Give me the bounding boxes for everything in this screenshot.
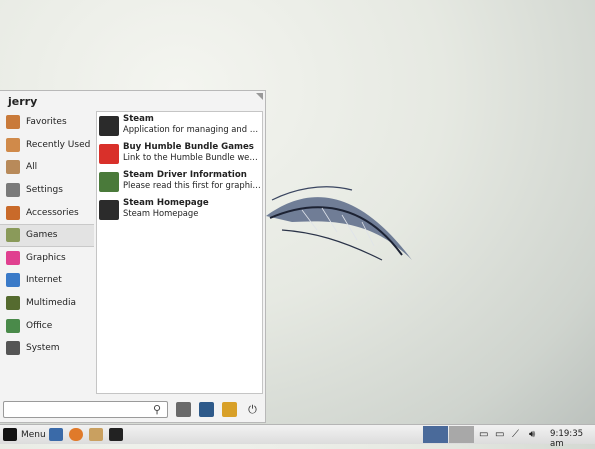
category-recently-used[interactable]: Recently Used bbox=[0, 134, 94, 157]
category-label: All bbox=[26, 162, 38, 173]
app-description: Link to the Humble Bundle website bbox=[123, 152, 260, 162]
category-games-icon bbox=[6, 228, 20, 243]
app-list: Steam Application for managing and pla...… bbox=[96, 111, 263, 394]
app-description: Please read this first for graphics ... bbox=[123, 180, 260, 190]
category-all[interactable]: All bbox=[0, 156, 94, 179]
category-games[interactable]: Games bbox=[0, 223, 94, 247]
app-steam-homepage-icon bbox=[99, 200, 119, 220]
app-item-steam-homepage[interactable]: Steam Homepage Steam Homepage bbox=[97, 196, 262, 224]
category-office-icon bbox=[6, 318, 20, 333]
app-description: Steam Homepage bbox=[123, 208, 199, 218]
menu-button[interactable]: Menu bbox=[3, 428, 46, 441]
resize-corner[interactable] bbox=[256, 93, 263, 100]
category-multimedia-icon bbox=[6, 296, 20, 311]
app-item-buy-humble-bundle-games[interactable]: Buy Humble Bundle Games Link to the Humbl… bbox=[97, 140, 262, 168]
category-office[interactable]: Office bbox=[0, 314, 94, 337]
category-recently-used-icon bbox=[6, 137, 20, 152]
category-graphics-icon bbox=[6, 250, 20, 265]
category-multimedia[interactable]: Multimedia bbox=[0, 292, 94, 315]
feather-wallpaper-image bbox=[266, 186, 412, 261]
category-label: System bbox=[26, 343, 60, 354]
search-input[interactable] bbox=[3, 401, 168, 418]
app-text: Steam Driver Information Please read this… bbox=[123, 170, 260, 190]
settings-manager-button[interactable] bbox=[176, 402, 191, 417]
category-settings[interactable]: Settings bbox=[0, 179, 94, 202]
applications-menu: jerry Favorites Recently Used All Settings A… bbox=[0, 90, 266, 423]
category-all-icon bbox=[6, 160, 20, 175]
category-label: Internet bbox=[26, 275, 62, 286]
category-favorites[interactable]: Favorites bbox=[0, 111, 94, 134]
switch-user-button[interactable] bbox=[222, 402, 237, 417]
category-internet-icon bbox=[6, 273, 20, 288]
menu-button-label: Menu bbox=[21, 429, 46, 440]
app-text: Steam Homepage Steam Homepage bbox=[123, 198, 260, 218]
app-name: Buy Humble Bundle Games bbox=[123, 142, 254, 152]
app-name: Steam Driver Information bbox=[123, 170, 247, 180]
category-favorites-icon bbox=[6, 115, 20, 130]
category-accessories[interactable]: Accessories bbox=[0, 201, 94, 224]
lock-screen-button[interactable] bbox=[199, 402, 214, 417]
app-buy-humble-bundle-games-icon bbox=[99, 144, 119, 164]
category-label: Favorites bbox=[26, 117, 67, 128]
app-item-steam-driver-information[interactable]: Steam Driver Information Please read this… bbox=[97, 168, 262, 196]
app-text: Steam Application for managing and pla... bbox=[123, 114, 260, 134]
app-text: Buy Humble Bundle Games Link to the Humbl… bbox=[123, 142, 260, 162]
category-system[interactable]: System bbox=[0, 337, 94, 360]
clock[interactable]: 9:19:35 am bbox=[550, 429, 595, 449]
category-label: Recently Used bbox=[26, 139, 91, 150]
category-label: Graphics bbox=[26, 252, 66, 263]
category-graphics[interactable]: Graphics bbox=[0, 247, 94, 270]
category-label: Office bbox=[26, 320, 53, 331]
show-desktop-icon[interactable] bbox=[49, 428, 63, 441]
category-settings-icon bbox=[6, 183, 20, 198]
category-label: Settings bbox=[26, 185, 63, 196]
category-list: Favorites Recently Used All Settings Accesso… bbox=[0, 111, 94, 360]
app-name: Steam Homepage bbox=[123, 198, 209, 208]
category-label: Multimedia bbox=[26, 298, 77, 309]
network-icon[interactable]: ⟋ bbox=[512, 429, 519, 440]
firefox-icon[interactable] bbox=[69, 428, 83, 441]
battery-icon[interactable]: ▭ bbox=[495, 429, 504, 440]
category-accessories-icon bbox=[6, 205, 20, 220]
category-system-icon bbox=[6, 341, 20, 356]
app-steam-icon bbox=[99, 116, 119, 136]
search-icon: ⚲ bbox=[153, 403, 162, 416]
keyboard-icon[interactable]: ▭ bbox=[479, 429, 488, 440]
user-name: jerry bbox=[8, 95, 38, 108]
category-label: Games bbox=[26, 230, 58, 241]
xfce-logo-icon bbox=[3, 428, 17, 441]
logout-icon[interactable]: ⏻ bbox=[245, 402, 260, 417]
volume-icon[interactable]: 🔊︎ bbox=[529, 429, 535, 440]
app-name: Steam bbox=[123, 114, 154, 124]
workspace-2[interactable] bbox=[449, 426, 474, 443]
app-item-steam[interactable]: Steam Application for managing and pla... bbox=[97, 112, 262, 140]
file-manager-icon[interactable] bbox=[89, 428, 103, 441]
app-steam-driver-information-icon bbox=[99, 172, 119, 192]
app-description: Application for managing and pla... bbox=[123, 124, 260, 134]
taskbar: Menu ▭ ▭ ⟋ 🔊︎ 9:19:35 am bbox=[0, 424, 595, 449]
terminal-icon[interactable] bbox=[109, 428, 123, 441]
category-label: Accessories bbox=[26, 207, 79, 218]
category-internet[interactable]: Internet bbox=[0, 269, 94, 292]
workspace-1[interactable] bbox=[423, 426, 448, 443]
